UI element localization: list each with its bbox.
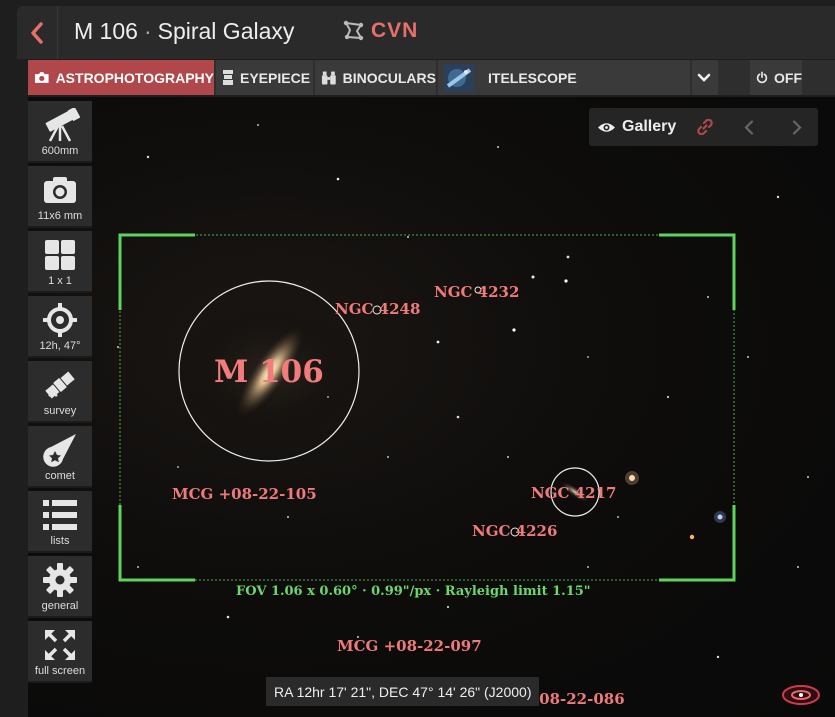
header-bar: M 106 · Spiral Galaxy CVN bbox=[17, 6, 835, 59]
coordinates-readout: RA 12hr 17' 21", DEC 47° 14' 26" (J2000) bbox=[266, 677, 540, 706]
constellation-icon bbox=[343, 20, 364, 41]
power-icon bbox=[756, 71, 768, 84]
label-ngc4217[interactable]: NGC 4217 bbox=[531, 484, 616, 502]
mode-dropdown-button[interactable] bbox=[692, 60, 718, 95]
satellite-icon bbox=[45, 371, 75, 399]
label-m106[interactable]: M 106 bbox=[214, 354, 324, 390]
eye-icon bbox=[598, 122, 615, 132]
tool-telescope[interactable]: 600mm bbox=[28, 101, 92, 163]
power-label: OFF bbox=[774, 69, 802, 86]
chevron-left-icon bbox=[31, 21, 43, 44]
mode-astrophotography[interactable]: ASTROPHOTOGRAPHY bbox=[28, 60, 214, 95]
tool-label: lists bbox=[50, 535, 70, 547]
tool-mosaic[interactable]: 1 x 1 bbox=[28, 231, 92, 293]
tool-survey[interactable]: survey bbox=[28, 361, 92, 423]
constellation-link[interactable]: CVN bbox=[343, 19, 418, 43]
object-name: M 106 bbox=[74, 18, 138, 44]
constellation-label: CVN bbox=[371, 19, 419, 42]
eyepiece-icon bbox=[223, 70, 233, 85]
label-ngc4232[interactable]: NGC 4232 bbox=[434, 283, 519, 301]
tool-label: general bbox=[41, 600, 79, 612]
mode-eyepiece[interactable]: EYEPIECE bbox=[216, 60, 313, 95]
binoculars-icon bbox=[321, 71, 336, 84]
label-ngc4248[interactable]: NGC 4248 bbox=[335, 300, 420, 318]
power-off-button[interactable]: OFF bbox=[750, 60, 802, 95]
starfield bbox=[67, 124, 809, 659]
mode-label: ITELESCOPE bbox=[488, 69, 577, 86]
fov-info: FOV 1.06 x 0.60° · 0.99"/px · Rayleigh l… bbox=[236, 584, 591, 599]
label-mcg-08-22-105[interactable]: MCG +08-22-105 bbox=[172, 485, 317, 503]
mode-label: EYEPIECE bbox=[240, 69, 311, 86]
grid-icon bbox=[45, 240, 75, 270]
sky-canvas bbox=[67, 124, 820, 705]
camera-icon bbox=[34, 72, 49, 83]
tool-lists[interactable]: lists bbox=[28, 491, 92, 553]
comet-icon bbox=[43, 434, 76, 467]
chevron-right-icon[interactable] bbox=[792, 120, 802, 135]
tool-label: 12h, 47° bbox=[39, 340, 81, 352]
label-ngc4226[interactable]: NGC 4226 bbox=[472, 522, 557, 540]
gear-icon bbox=[43, 563, 77, 597]
list-icon bbox=[43, 500, 77, 530]
page-title: M 106 · Spiral Galaxy bbox=[74, 18, 294, 45]
itelescope-icon bbox=[444, 63, 474, 92]
tool-label: 11x6 mm bbox=[37, 210, 83, 222]
mode-itelescope[interactable]: ITELESCOPE bbox=[438, 60, 690, 95]
telescope-icon bbox=[45, 108, 80, 142]
sky-view[interactable] bbox=[28, 97, 835, 717]
tool-camera[interactable]: 11x6 mm bbox=[28, 166, 92, 228]
chevron-down-icon bbox=[697, 73, 711, 82]
label-mcg-08-22-097[interactable]: MCG +08-22-097 bbox=[337, 637, 482, 655]
title-separator: · bbox=[143, 18, 152, 44]
mode-binoculars[interactable]: BINOCULARS bbox=[315, 60, 436, 95]
tool-label: comet bbox=[45, 470, 75, 482]
app-logo bbox=[782, 685, 820, 705]
tool-fullscreen[interactable]: full screen bbox=[28, 621, 92, 683]
camera-icon bbox=[44, 177, 76, 203]
gallery-panel: Gallery bbox=[589, 108, 818, 146]
tool-label: survey bbox=[43, 405, 77, 417]
gallery-button[interactable]: Gallery bbox=[597, 108, 676, 146]
back-button[interactable] bbox=[17, 6, 58, 59]
tool-general[interactable]: general bbox=[28, 556, 92, 618]
crosshair-icon bbox=[43, 303, 77, 337]
fullscreen-icon bbox=[45, 630, 75, 660]
link-icon[interactable] bbox=[697, 119, 713, 135]
tool-label: 1 x 1 bbox=[48, 275, 72, 287]
tool-position[interactable]: 12h, 47° bbox=[28, 296, 92, 358]
tool-comet[interactable]: comet bbox=[28, 426, 92, 488]
object-type: Spiral Galaxy bbox=[157, 18, 295, 44]
chevron-left-icon[interactable] bbox=[744, 120, 754, 135]
gallery-label: Gallery bbox=[622, 118, 677, 135]
tool-label: full screen bbox=[34, 665, 86, 677]
mode-label: BINOCULARS bbox=[342, 69, 436, 86]
mode-label: ASTROPHOTOGRAPHY bbox=[55, 69, 214, 86]
mode-bar: ASTROPHOTOGRAPHY EYEPIECE BINOCULARS ITE… bbox=[28, 60, 835, 95]
tool-label: 600mm bbox=[41, 145, 79, 157]
